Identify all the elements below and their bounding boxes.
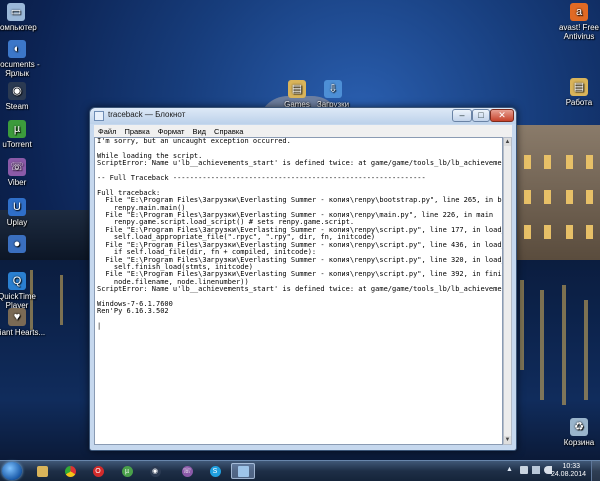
- traceback-text[interactable]: I'm sorry, but an uncaught exception occ…: [97, 138, 502, 331]
- desktop-icon-label: Корзина: [563, 438, 595, 447]
- menu-format[interactable]: Формат: [154, 127, 189, 136]
- vertical-scrollbar[interactable]: ▲ ▼: [503, 137, 512, 445]
- desktop-icon-recycle-bin[interactable]: ♻ Корзина: [549, 418, 600, 447]
- notepad-window[interactable]: traceback — Блокнот – □ ✕ Файл Правка Фо…: [89, 107, 517, 451]
- desktop-icon-label: uTorrent: [2, 140, 32, 149]
- menu-bar: Файл Правка Формат Вид Справка: [94, 125, 512, 137]
- notepad-icon: [94, 111, 104, 121]
- skype-icon: S: [209, 465, 221, 477]
- taskbar-opera[interactable]: O: [86, 463, 110, 479]
- start-button[interactable]: [2, 462, 22, 480]
- desktop-icon-downloads[interactable]: ⇩ Загрузки: [303, 80, 363, 109]
- recycle-bin-icon: ♻: [570, 418, 588, 436]
- taskbar-steam[interactable]: ◉: [143, 463, 167, 479]
- maximize-button[interactable]: □: [472, 109, 490, 122]
- game-icon: ♥: [8, 308, 26, 326]
- opera-icon: O: [92, 465, 104, 477]
- viber-icon: ☏: [8, 158, 26, 176]
- show-desktop-button[interactable]: [591, 461, 600, 481]
- taskbar-notepad[interactable]: [231, 463, 255, 479]
- text-editor-area[interactable]: I'm sorry, but an uncaught exception occ…: [94, 137, 503, 445]
- menu-file[interactable]: Файл: [94, 127, 120, 136]
- program-icon: ●: [8, 235, 26, 253]
- taskbar: O µ ◉ ☏ S ▲ 10:33 24.08.2014: [0, 460, 600, 481]
- building-right: [514, 125, 600, 260]
- desktop-icon-utorrent[interactable]: µ uTorrent: [0, 120, 47, 149]
- desktop-icon-steam[interactable]: ◉ Steam: [0, 82, 47, 111]
- clock-time[interactable]: 10:33: [562, 463, 580, 470]
- network-icon[interactable]: [532, 466, 540, 474]
- explorer-icon: [36, 465, 48, 477]
- system-tray: ▲ 10:33 24.08.2014: [500, 461, 600, 481]
- desktop-icon-label: Компьютер: [0, 23, 37, 32]
- taskbar-viber[interactable]: ☏: [175, 463, 199, 479]
- taskbar-utorrent[interactable]: µ: [115, 463, 139, 479]
- desktop-icon-label: Работа: [565, 98, 593, 107]
- viber-icon: ☏: [181, 465, 193, 477]
- desktop-icon-label: Documents - Ярлык: [0, 60, 40, 78]
- scroll-down-arrow-icon[interactable]: ▼: [504, 436, 511, 444]
- desktop-icon-viber[interactable]: ☏ Viber: [0, 158, 47, 187]
- taskbar-chrome[interactable]: [58, 463, 82, 479]
- avast-icon: a: [570, 3, 588, 21]
- window-title: traceback — Блокнот: [108, 110, 186, 119]
- menu-edit[interactable]: Правка: [120, 127, 153, 136]
- desktop-icon-quicktime[interactable]: Q QuickTime Player: [0, 272, 47, 310]
- desktop-icon-work[interactable]: ▤ Работа: [549, 78, 600, 107]
- utorrent-icon: µ: [8, 120, 26, 138]
- desktop-icon-uplay[interactable]: U Uplay: [0, 198, 47, 227]
- chrome-icon: [64, 465, 76, 477]
- clock-date[interactable]: 24.08.2014: [551, 471, 586, 478]
- desktop-icon-label: Valiant Hearts...: [0, 328, 46, 337]
- action-center-flag-icon[interactable]: [520, 466, 528, 474]
- documents-shortcut-icon: ◐: [8, 40, 26, 58]
- desktop-icon-label: avast! Free Antivirus: [558, 23, 599, 41]
- utorrent-icon: µ: [121, 465, 133, 477]
- desktop-icon-label: Uplay: [6, 218, 28, 227]
- taskbar-skype[interactable]: S: [203, 463, 227, 479]
- desktop-icon-valiant-hearts[interactable]: ♥ Valiant Hearts...: [0, 308, 47, 337]
- steam-icon: ◉: [149, 465, 161, 477]
- desktop-icon-documents[interactable]: ◐ Documents - Ярлык: [0, 40, 47, 78]
- desktop-icon-label: Steam: [5, 102, 29, 111]
- menu-view[interactable]: Вид: [188, 127, 210, 136]
- downloads-icon: ⇩: [324, 80, 342, 98]
- quicktime-icon: Q: [8, 272, 26, 290]
- steam-icon: ◉: [8, 82, 26, 100]
- minimize-button[interactable]: –: [452, 109, 472, 122]
- scroll-up-arrow-icon[interactable]: ▲: [504, 138, 511, 146]
- desktop-icon-computer[interactable]: ▭ Компьютер: [0, 3, 46, 32]
- work-folder-icon: ▤: [570, 78, 588, 96]
- desktop-icon-program[interactable]: ●: [0, 235, 47, 255]
- desktop-icon-avast[interactable]: a avast! Free Antivirus: [549, 3, 600, 41]
- show-hidden-icons-arrow-icon[interactable]: ▲: [506, 466, 513, 473]
- window-titlebar[interactable]: traceback — Блокнот – □ ✕: [90, 108, 516, 124]
- computer-icon: ▭: [7, 3, 25, 21]
- close-button[interactable]: ✕: [490, 109, 514, 122]
- notepad-icon: [237, 465, 249, 477]
- menu-help[interactable]: Справка: [210, 127, 247, 136]
- taskbar-explorer[interactable]: [30, 463, 54, 479]
- uplay-icon: U: [8, 198, 26, 216]
- desktop-icon-label: Viber: [7, 178, 27, 187]
